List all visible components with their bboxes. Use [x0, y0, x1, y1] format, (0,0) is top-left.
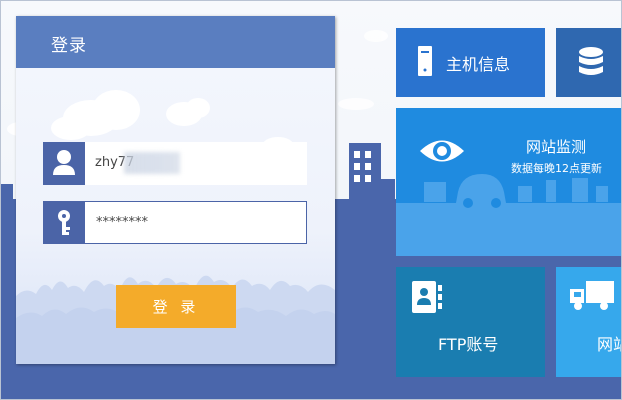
tile-site-monitor[interactable]: 网站监测 数据每晚12点更新 [396, 108, 621, 256]
username-redaction [124, 152, 180, 174]
tile-ftp-account[interactable]: FTP账号 [396, 267, 545, 377]
password-input[interactable] [86, 202, 314, 243]
login-button[interactable]: 登 录 [116, 285, 236, 328]
database-icon [579, 47, 603, 75]
login-header: 登录 [16, 16, 335, 68]
tile-host-label: 主机信息 [446, 55, 511, 74]
tile-site-monitor-subtitle: 数据每晚12点更新 [511, 162, 602, 175]
tile-network[interactable]: 网站 [556, 267, 621, 377]
login-panel: 登录 zhy77 ******** 登 录 [16, 16, 335, 364]
tile-ftp-label: FTP账号 [438, 335, 499, 354]
username-input[interactable] [85, 142, 313, 183]
tile-site-monitor-label: 网站监测 [526, 138, 587, 156]
key-icon [43, 201, 85, 244]
tile-database[interactable] [556, 28, 621, 97]
truck-icon [570, 281, 614, 310]
tile-network-label: 网站 [597, 335, 621, 354]
contact-book-icon [412, 281, 442, 313]
password-field[interactable] [43, 201, 314, 244]
login-title: 登录 [51, 36, 87, 56]
tile-host-info[interactable]: 主机信息 [396, 28, 545, 97]
site-monitor-illustration [396, 140, 621, 256]
user-icon [43, 142, 85, 185]
app-window: 登录 zhy77 ******** 登 录 主机信息 网站监测 数据每晚12点更… [0, 0, 622, 400]
